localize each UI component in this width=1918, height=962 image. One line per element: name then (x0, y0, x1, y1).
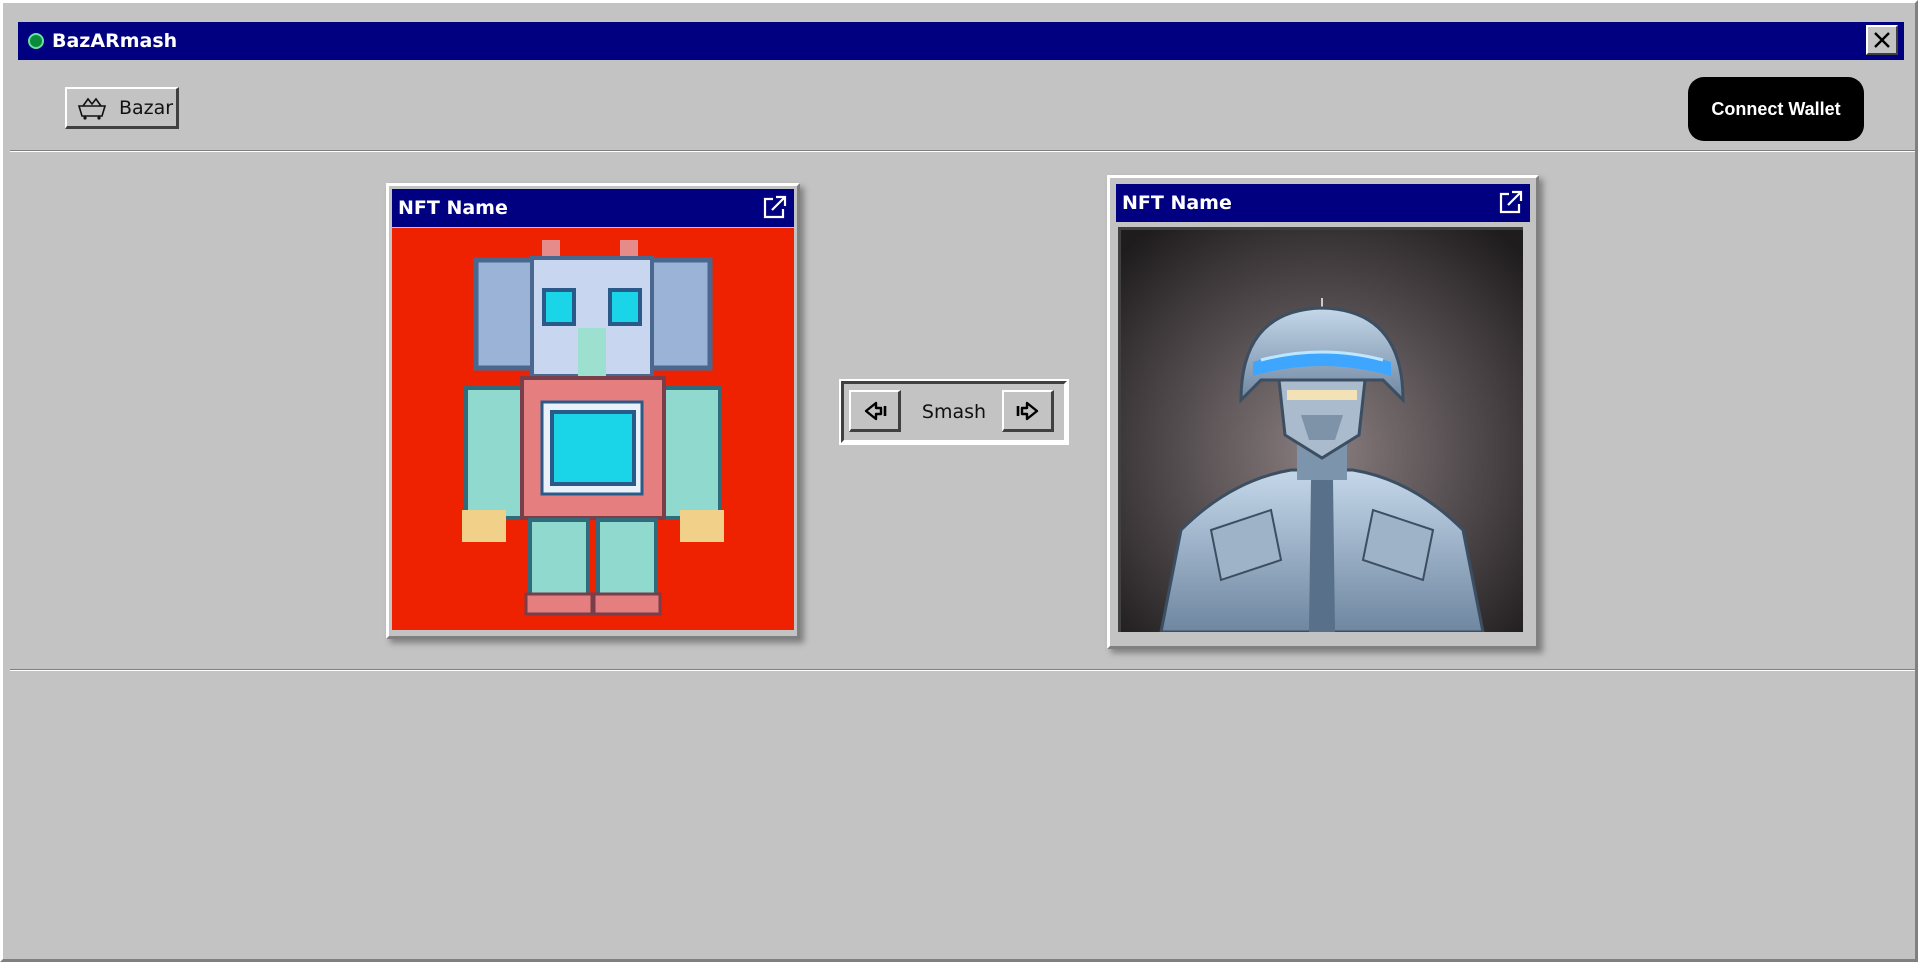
previous-button[interactable] (849, 390, 901, 432)
next-button[interactable] (1002, 390, 1054, 432)
smash-control: Smash (839, 379, 1069, 445)
connect-wallet-button[interactable]: Connect Wallet (1688, 77, 1864, 141)
nft-card-header: NFT Name (1116, 184, 1530, 222)
elephant-robot-art (392, 228, 794, 630)
close-button[interactable] (1866, 25, 1898, 55)
external-link-icon[interactable] (760, 194, 788, 222)
arrow-right-icon (1016, 401, 1038, 420)
nft-card-right: NFT Name (1107, 175, 1539, 649)
bazar-button[interactable]: Bazar (65, 87, 179, 129)
window-title: BazARmash (52, 30, 178, 52)
cyborg-soldier-art (1121, 230, 1523, 632)
app-logo-icon (28, 33, 44, 49)
smash-label[interactable]: Smash (904, 401, 1004, 423)
nft-name: NFT Name (398, 197, 508, 219)
nft-card-header: NFT Name (392, 189, 794, 227)
nft-image-cyborg-soldier[interactable] (1118, 227, 1523, 632)
nft-card-left: NFT Name (386, 183, 800, 639)
title-bar: BazARmash (16, 20, 1906, 62)
bazar-label: Bazar (119, 96, 174, 119)
toolbar: Bazar Connect Wallet (11, 65, 1916, 151)
divider-top (10, 150, 1915, 152)
external-link-icon[interactable] (1496, 189, 1524, 217)
shop-basket-icon (77, 97, 107, 120)
close-icon (1874, 32, 1890, 48)
nft-name: NFT Name (1122, 192, 1232, 214)
divider-bottom (10, 669, 1915, 671)
arrow-left-icon (864, 401, 886, 420)
nft-image-elephant-robot[interactable] (392, 228, 794, 630)
app-window: BazARmash Bazar Connect Wallet NFT Name (0, 0, 1918, 962)
